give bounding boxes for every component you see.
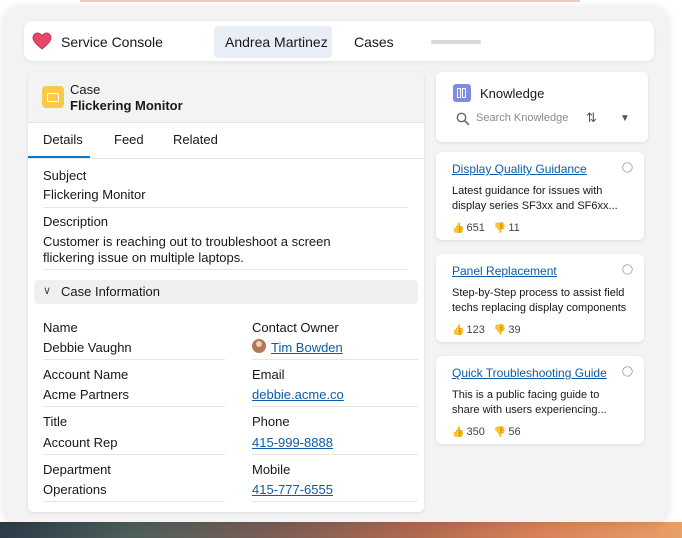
- divider: [252, 359, 418, 360]
- article-description-line: display series SF3xx and SF6xx...: [452, 200, 618, 212]
- like-count: 350: [466, 426, 485, 438]
- heart-icon: [32, 32, 52, 50]
- title-label: Title: [43, 414, 68, 429]
- knowledge-article-card[interactable]: Quick Troubleshooting Guide ◯ This is a …: [436, 356, 644, 444]
- tab-feed[interactable]: Feed: [114, 132, 144, 147]
- dislike-count: 39: [508, 324, 521, 336]
- dislike-count: 56: [508, 426, 521, 438]
- divider: [252, 406, 418, 407]
- section-title: Case Information: [61, 284, 160, 299]
- article-title-link[interactable]: Panel Replacement: [452, 264, 557, 278]
- divider: [43, 359, 225, 360]
- divider: [43, 269, 408, 270]
- like-count: 651: [466, 222, 485, 234]
- console-nav-bar: Service Console Andrea Martinez Cases: [24, 21, 654, 61]
- divider: [252, 501, 418, 502]
- article-votes: 👍 350 👎 56: [452, 426, 521, 438]
- knowledge-search-input[interactable]: Search Knowledge: [476, 112, 568, 124]
- mobile-link[interactable]: 415-777-6555: [252, 482, 333, 497]
- case-record-card: Case Flickering Monitor Details Feed Rel…: [28, 72, 424, 512]
- knowledge-article-card[interactable]: Panel Replacement ◯ Step-by-Step process…: [436, 254, 644, 342]
- case-icon: [42, 86, 64, 108]
- thumbs-up-icon[interactable]: 👍: [452, 325, 464, 336]
- account-name-value: Acme Partners: [43, 387, 129, 402]
- description-line-1: Customer is reaching out to troubleshoot…: [43, 234, 331, 249]
- department-value: Operations: [43, 482, 107, 497]
- article-description: This is a public facing guide to share w…: [452, 388, 632, 418]
- app-name: Service Console: [61, 34, 163, 50]
- article-votes: 👍 123 👎 39: [452, 324, 521, 336]
- article-description-line: share with users experiencing...: [452, 404, 607, 416]
- divider: [43, 501, 225, 502]
- link-icon[interactable]: ◯: [620, 160, 636, 176]
- article-description: Latest guidance for issues with display …: [452, 184, 632, 214]
- article-description-line: Step-by-Step process to assist field: [452, 287, 625, 299]
- record-title: Flickering Monitor: [70, 98, 183, 113]
- article-title-link[interactable]: Display Quality Guidance: [452, 162, 587, 176]
- name-label: Name: [43, 320, 78, 335]
- chevron-down-icon[interactable]: ▼: [620, 113, 630, 124]
- subject-value: Flickering Monitor: [43, 187, 146, 202]
- tab-andrea-martinez[interactable]: Andrea Martinez: [214, 26, 332, 58]
- email-label: Email: [252, 367, 285, 382]
- email-link[interactable]: debbie.acme.co: [252, 387, 344, 402]
- record-tabs: Details Feed Related: [28, 122, 424, 159]
- article-description-line: techs replacing display components: [452, 302, 627, 314]
- sort-icon[interactable]: ⇅: [586, 110, 597, 126]
- thumbs-down-icon[interactable]: 👎: [494, 325, 506, 336]
- article-description: Step-by-Step process to assist field tec…: [452, 286, 632, 316]
- knowledge-title: Knowledge: [480, 86, 545, 101]
- chevron-down-icon: ∨: [43, 285, 52, 297]
- phone-link[interactable]: 415-999-8888: [252, 435, 333, 450]
- active-tab-indicator: [28, 156, 90, 158]
- article-votes: 👍 651 👎 11: [452, 222, 520, 234]
- name-value: Debbie Vaughn: [43, 340, 132, 355]
- account-name-label: Account Name: [43, 367, 129, 382]
- contact-owner-label: Contact Owner: [252, 320, 339, 335]
- console-window: Service Console Andrea Martinez Cases Ca…: [4, 6, 668, 522]
- knowledge-article-card[interactable]: Display Quality Guidance ◯ Latest guidan…: [436, 152, 644, 240]
- title-value: Account Rep: [43, 435, 118, 450]
- background-accent-line: [80, 0, 580, 2]
- thumbs-down-icon[interactable]: 👎: [494, 427, 506, 438]
- tab-related[interactable]: Related: [173, 132, 218, 147]
- tab-details[interactable]: Details: [43, 132, 83, 147]
- tab-placeholder[interactable]: [431, 40, 481, 44]
- article-description-line: This is a public facing guide to: [452, 389, 600, 401]
- case-header: Case Flickering Monitor: [28, 72, 424, 123]
- mobile-label: Mobile: [252, 462, 291, 477]
- thumbs-up-icon[interactable]: 👍: [452, 427, 464, 438]
- divider: [43, 207, 408, 208]
- contact-owner-link[interactable]: Tim Bowden: [271, 340, 343, 355]
- tab-label: Andrea Martinez: [225, 34, 328, 50]
- description-line-2: flickering issue on multiple laptops.: [43, 250, 244, 265]
- knowledge-panel: Knowledge Search Knowledge ⇅ ▼: [436, 72, 648, 142]
- case-information-section-header[interactable]: ∨ Case Information: [34, 280, 418, 304]
- department-label: Department: [43, 462, 111, 477]
- thumbs-down-icon[interactable]: 👎: [494, 223, 506, 234]
- phone-label: Phone: [252, 414, 290, 429]
- article-description-line: Latest guidance for issues with: [452, 185, 603, 197]
- divider: [43, 406, 225, 407]
- subject-label: Subject: [43, 168, 87, 183]
- search-icon: [456, 112, 470, 126]
- link-icon[interactable]: ◯: [620, 364, 636, 380]
- like-count: 123: [466, 324, 485, 336]
- link-icon[interactable]: ◯: [620, 262, 636, 278]
- dislike-count: 11: [508, 222, 520, 234]
- tab-cases[interactable]: Cases: [354, 34, 394, 50]
- thumbs-up-icon[interactable]: 👍: [452, 223, 464, 234]
- avatar: [252, 339, 266, 353]
- record-type-label: Case: [70, 82, 101, 97]
- divider: [252, 454, 418, 455]
- article-title-link[interactable]: Quick Troubleshooting Guide: [452, 366, 607, 380]
- description-label: Description: [43, 214, 109, 229]
- knowledge-book-icon: [453, 84, 471, 102]
- background-landscape: [0, 522, 682, 538]
- divider: [43, 454, 225, 455]
